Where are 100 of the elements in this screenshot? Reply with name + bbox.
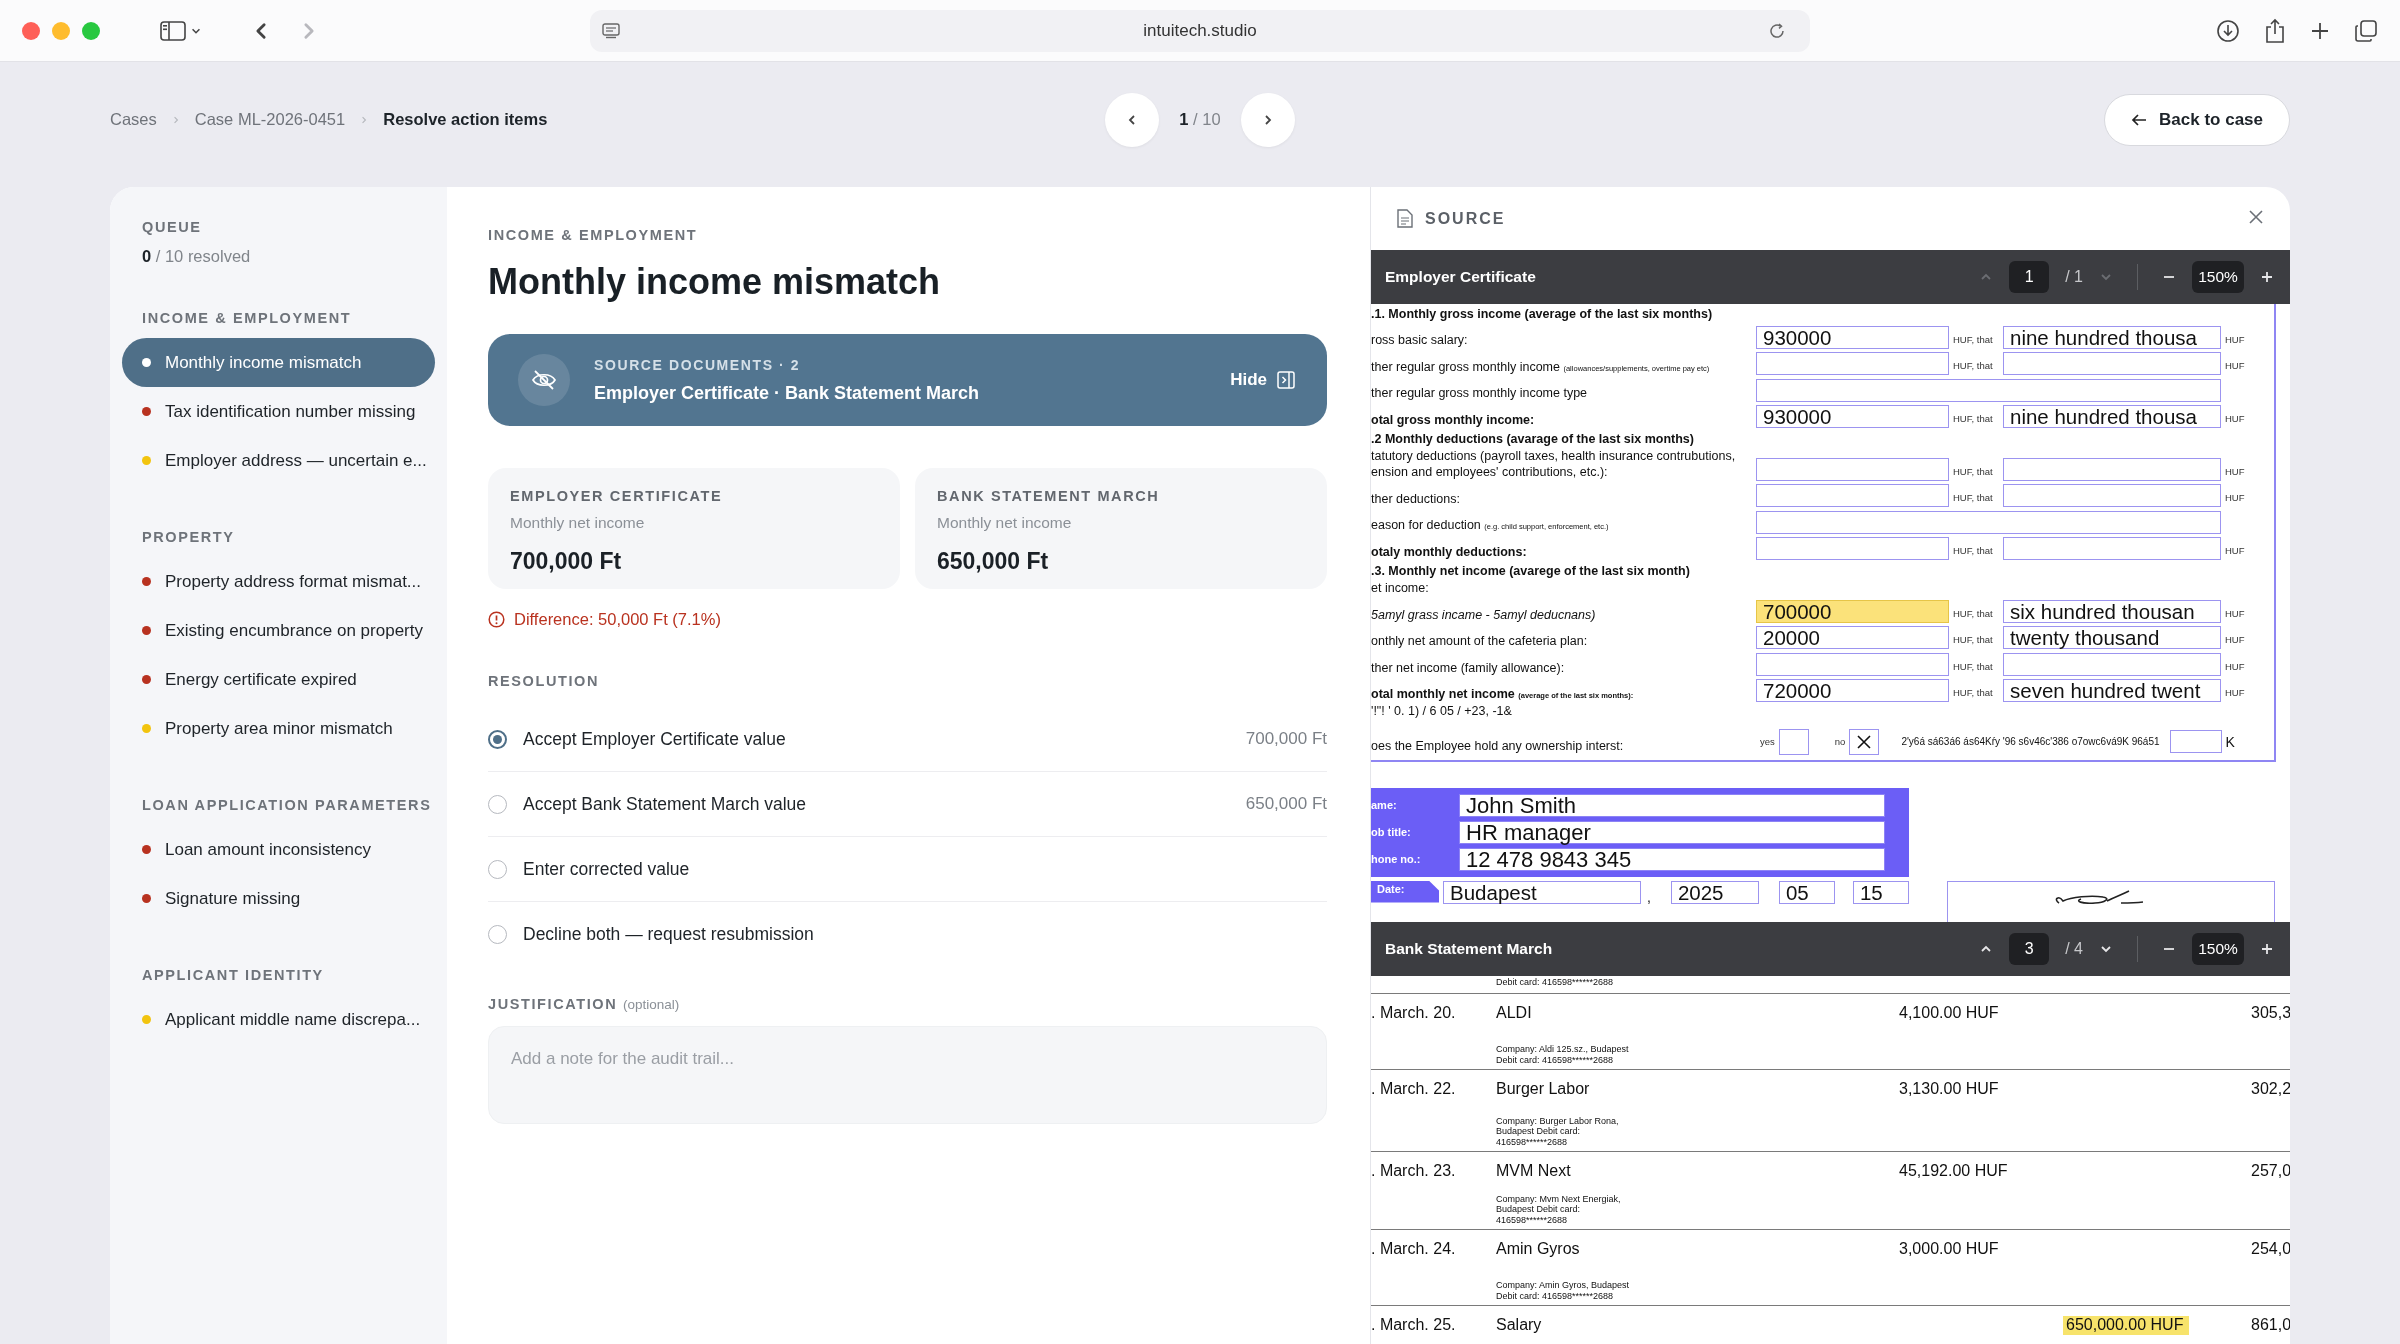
item-label: Tax identification number missing — [165, 401, 416, 422]
unit-label: K — [2225, 733, 2235, 750]
unit-label: HUF — [2224, 413, 2246, 426]
group-heading: LOAN APPLICATION PARAMETERS — [141, 797, 433, 813]
banner-label: SOURCE DOCUMENTS · 2 — [594, 356, 802, 373]
option-label[interactable]: Accept Bank Statement March value — [523, 793, 807, 815]
document-icon — [1397, 209, 1413, 228]
date-label: Date: — [1371, 880, 1439, 903]
section-heading: RESOLUTION — [488, 673, 601, 689]
queue-item[interactable]: Existing encumbrance on property — [122, 606, 435, 655]
unit-label: HUF, that — [1952, 360, 1994, 373]
transaction-date: . March. 20. — [1371, 1003, 1457, 1022]
radio-button[interactable] — [488, 794, 507, 814]
form-field: 700000 — [1756, 599, 1949, 623]
unit-label: HUF, that — [1952, 465, 1994, 479]
new-tab-icon[interactable] — [2310, 20, 2330, 41]
category-label: INCOME & EMPLOYMENT — [488, 227, 699, 243]
field-name: Monthly net income — [937, 514, 1073, 532]
transaction-date: . March. 22. — [1371, 1079, 1457, 1098]
radio-button[interactable] — [488, 924, 507, 944]
address-bar[interactable]: intuitech.studio — [590, 9, 1810, 52]
form-field: nine hundred thousa — [2003, 405, 2221, 428]
zoom-in-icon[interactable] — [2260, 942, 2274, 956]
transaction-details: Company: Burger Labor Rona, Budapest Debit card: 416598******2688 — [1496, 1114, 1620, 1149]
form-field: Budapest — [1443, 880, 1641, 904]
tabs-icon[interactable] — [2354, 18, 2378, 43]
queue-item[interactable]: Property area minor mismatch — [122, 704, 435, 753]
form-text: 2'y6á sá63á6 ás64Kŕy '96 s6v46c'386 o7owc6vá9K 96á51 — [1901, 736, 2160, 747]
unit-label: HUF — [2224, 687, 2246, 701]
zoom-level[interactable]: 150% — [2192, 261, 2244, 293]
transaction-amount: 3,000.00 HUF — [1899, 1240, 1999, 1257]
form-field: HR manager — [1459, 820, 1885, 844]
source-name: EMPLOYER CERTIFICATE — [510, 488, 724, 504]
radio-button[interactable] — [488, 859, 507, 879]
transaction-date: . March. 25. — [1371, 1315, 1457, 1335]
queue-item[interactable]: Monthly income mismatch — [122, 338, 435, 387]
field-value: 700,000 Ft — [510, 548, 623, 575]
unit-label: HUF — [2224, 545, 2246, 558]
reload-icon[interactable] — [1768, 21, 1786, 40]
transaction-balance: 861,0 — [2251, 1315, 2290, 1335]
alert-icon — [488, 611, 505, 628]
form-field: John Smith — [1459, 793, 1885, 817]
field-name: Monthly net income — [510, 514, 646, 532]
form-field: 720000 — [1756, 679, 1949, 703]
arrow-left-icon — [2131, 112, 2148, 127]
resolved-count: 0 / 10 resolved — [141, 247, 252, 266]
source-name: BANK STATEMENT MARCH — [937, 488, 1161, 504]
hide-button[interactable]: Hide — [1224, 369, 1301, 391]
queue-item[interactable]: Applicant middle name discrepa... — [122, 995, 435, 1044]
transaction-balance: 257,0 — [2251, 1161, 2290, 1180]
form-text: , — [1647, 888, 1651, 905]
back-to-case-button[interactable]: Back to case — [2104, 93, 2290, 146]
form-field: 20000 — [1756, 626, 1949, 650]
window-close-button[interactable] — [22, 21, 40, 40]
item-label: Property area minor mismatch — [165, 718, 393, 739]
option-value: 700,000 Ft — [1245, 729, 1327, 749]
page-total: / 4 — [2065, 940, 2083, 958]
page-field[interactable]: 1 — [2009, 261, 2050, 293]
queue-item[interactable]: Loan amount inconsistency — [122, 825, 435, 874]
unit-label: HUF, that — [1952, 545, 1994, 558]
transaction-payee: Salary — [1496, 1315, 1543, 1335]
share-icon[interactable] — [2264, 17, 2286, 44]
option-label[interactable]: Enter corrected value — [523, 858, 690, 880]
breadcrumb-link[interactable]: Case ML-2026-0451 — [194, 110, 346, 129]
form-label: 5amyl grass incame - 5amyl deducnans) — [1371, 606, 1597, 623]
queue-item[interactable]: Property address format mismat... — [122, 557, 435, 606]
form-field: six hundred thousan — [2003, 599, 2221, 623]
form-text: et income: — [1371, 580, 1430, 597]
unit-label: HUF — [2224, 465, 2246, 479]
option-label: no — [1833, 736, 1846, 747]
queue-item[interactable]: Tax identification number missing — [122, 387, 435, 436]
breadcrumb-link[interactable]: Resolve action items — [383, 110, 548, 129]
zoom-level[interactable]: 150% — [2192, 933, 2244, 965]
document-title: Employer Certificate — [1385, 268, 1536, 286]
form-field: seven hundred twent — [2003, 679, 2221, 703]
queue-item[interactable]: Signature missing — [122, 874, 435, 923]
option-label[interactable]: Decline both — request resubmission — [523, 923, 814, 945]
field-value: 650,000 Ft — [937, 548, 1050, 575]
form-field: 05 — [1778, 880, 1835, 904]
page-icon — [602, 22, 620, 39]
unit-label: HUF, that — [1952, 634, 1994, 648]
form-label: ther regular gross monthly income type — [1371, 385, 1589, 402]
form-label: ame: — [1371, 799, 1398, 811]
breadcrumb-link[interactable]: Cases — [110, 110, 157, 129]
zoom-in-icon[interactable] — [2260, 270, 2274, 284]
radio-button[interactable] — [488, 729, 507, 749]
page-field[interactable]: 3 — [2009, 933, 2050, 965]
form-label: ther deductions: — [1371, 490, 1461, 507]
unit-label: HUF — [2224, 634, 2246, 648]
justification-field[interactable]: Add a note for the audit trail... — [488, 1026, 1327, 1124]
cross-icon — [1856, 733, 1873, 750]
form-label: ross basic salary: — [1371, 332, 1469, 349]
form-heading: .1. Monthly gross income (average of the last six months) — [1371, 305, 1714, 322]
option-label[interactable]: Accept Employer Certificate value — [523, 728, 786, 750]
download-icon[interactable] — [2216, 18, 2240, 43]
transaction-details: Company: Amin Gyros, Budapest Debit card: 416598******2688 — [1496, 1279, 1631, 1303]
queue-item[interactable]: Energy certificate expired — [122, 655, 435, 704]
unit-label: HUF, that — [1952, 413, 1994, 426]
queue-item[interactable]: Employer address — uncertain e... — [122, 436, 435, 485]
unit-label: HUF, that — [1952, 687, 1994, 701]
